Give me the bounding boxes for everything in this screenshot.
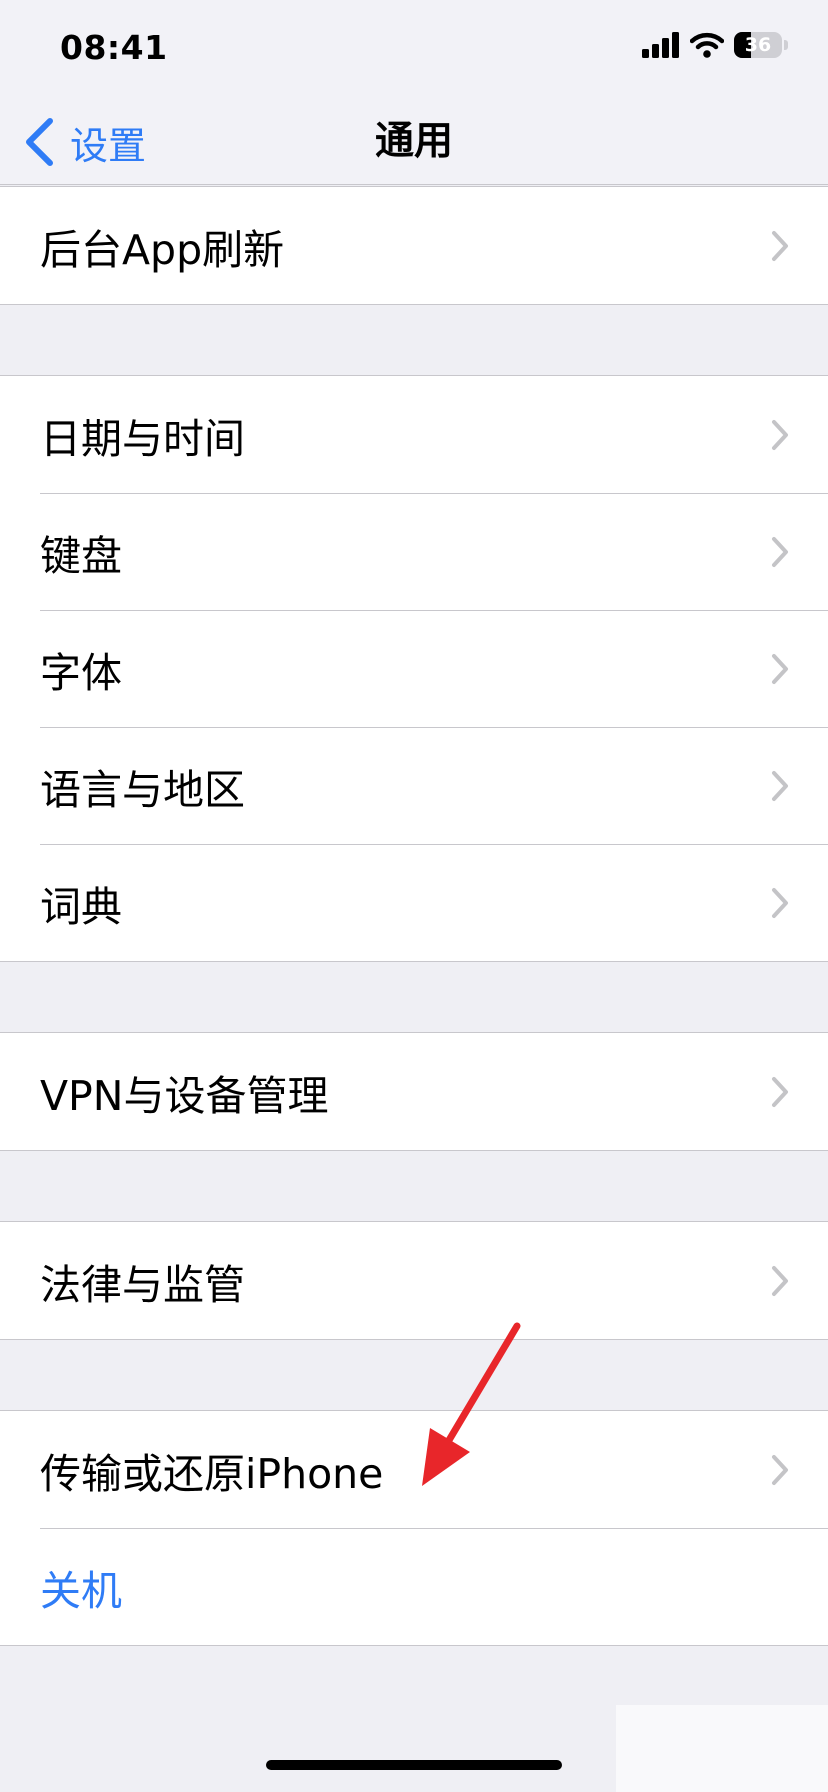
- settings-group-locale: 日期与时间 键盘 字体 语言与地区 词典: [0, 375, 828, 962]
- row-label: 后台App刷新: [40, 225, 285, 274]
- chevron-right-icon: [772, 888, 788, 918]
- row-label: 日期与时间: [40, 414, 245, 463]
- row-vpn-device-management[interactable]: VPN与设备管理: [0, 1033, 828, 1150]
- battery-percentage: 36: [744, 34, 772, 56]
- home-indicator[interactable]: [266, 1760, 562, 1770]
- wifi-icon: [690, 32, 724, 58]
- row-label: 字体: [40, 648, 122, 697]
- row-fonts[interactable]: 字体: [0, 610, 828, 727]
- status-icons: 36: [642, 32, 788, 58]
- row-shut-down[interactable]: 关机: [0, 1528, 828, 1645]
- settings-group-background-refresh: 后台App刷新: [0, 186, 828, 305]
- red-arrow-annotation-icon: [422, 1322, 521, 1486]
- row-label: 词典: [40, 882, 122, 931]
- shut-down-link: 关机: [40, 1566, 122, 1615]
- row-keyboard[interactable]: 键盘: [0, 493, 828, 610]
- battery-icon: 36: [734, 32, 782, 58]
- cellular-signal-icon: [642, 32, 679, 58]
- battery-tip: [784, 40, 788, 50]
- chevron-right-icon: [772, 231, 788, 261]
- chevron-right-icon: [772, 1266, 788, 1296]
- row-label: 语言与地区: [40, 765, 245, 814]
- row-language-region[interactable]: 语言与地区: [0, 727, 828, 844]
- chevron-right-icon: [772, 654, 788, 684]
- row-label: 键盘: [40, 531, 122, 580]
- back-button[interactable]: 设置: [22, 100, 146, 184]
- row-date-time[interactable]: 日期与时间: [0, 376, 828, 493]
- row-label: 传输或还原iPhone: [40, 1449, 384, 1498]
- chevron-right-icon: [772, 537, 788, 567]
- chevron-right-icon: [772, 420, 788, 450]
- row-background-app-refresh[interactable]: 后台App刷新: [0, 187, 828, 304]
- chevron-right-icon: [772, 1077, 788, 1107]
- row-dictionary[interactable]: 词典: [0, 844, 828, 961]
- chevron-right-icon: [772, 1455, 788, 1485]
- row-label: VPN与设备管理: [40, 1071, 329, 1120]
- chevron-left-icon: [26, 118, 53, 166]
- status-time: 08:41: [60, 28, 168, 67]
- navigation-bar: 通用 设置: [0, 100, 828, 185]
- chevron-right-icon: [772, 771, 788, 801]
- status-bar: 08:41 36: [0, 0, 828, 100]
- back-label: 设置: [70, 123, 147, 168]
- settings-group-vpn: VPN与设备管理: [0, 1032, 828, 1151]
- row-label: 法律与监管: [40, 1260, 245, 1309]
- corner-patch: [616, 1705, 828, 1792]
